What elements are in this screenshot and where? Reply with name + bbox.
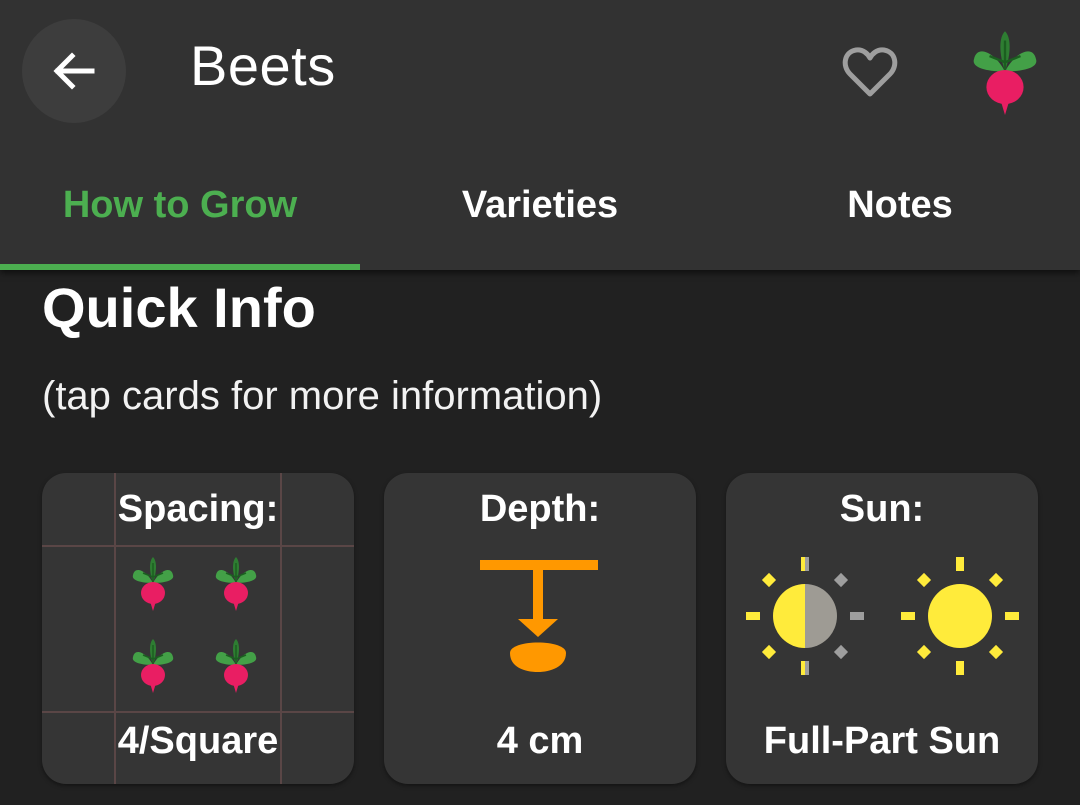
section-title: Quick Info xyxy=(42,276,316,339)
tab-notes[interactable]: Notes xyxy=(720,160,1080,250)
depth-card[interactable]: Depth: 4 cm xyxy=(384,473,696,784)
sun-card[interactable]: Sun: Full-Part Sun xyxy=(726,473,1038,784)
card-label: Depth: xyxy=(479,488,601,530)
card-value: 4 cm xyxy=(496,720,584,762)
sun-icon xyxy=(901,557,1019,675)
part-sun-icon xyxy=(746,557,864,675)
seed-depth-icon xyxy=(480,560,598,672)
hint-text: (tap cards for more information) xyxy=(42,374,603,418)
favorite-button[interactable] xyxy=(836,40,904,104)
card-value: Full-Part Sun xyxy=(763,720,1001,762)
tab-how-to-grow[interactable]: How to Grow xyxy=(0,160,360,250)
tab-varieties[interactable]: Varieties xyxy=(360,160,720,250)
app-bar: Beets How to Grow Varieties Notes xyxy=(0,0,1080,270)
active-tab-indicator xyxy=(0,264,360,270)
spacing-card[interactable]: Spacing: 4/Square xyxy=(42,473,354,784)
tab-bar: How to Grow Varieties Notes xyxy=(0,160,1080,270)
back-button[interactable] xyxy=(22,19,126,123)
beet-grid-icon xyxy=(132,556,257,694)
page-title: Beets xyxy=(190,34,336,97)
grid-line xyxy=(42,711,354,713)
heart-outline-icon xyxy=(842,47,898,97)
card-value: 4/Square xyxy=(117,720,279,762)
card-label: Spacing: xyxy=(117,488,279,530)
arrow-left-icon xyxy=(53,52,95,90)
beet-icon xyxy=(972,30,1038,117)
card-label: Sun: xyxy=(839,488,925,530)
